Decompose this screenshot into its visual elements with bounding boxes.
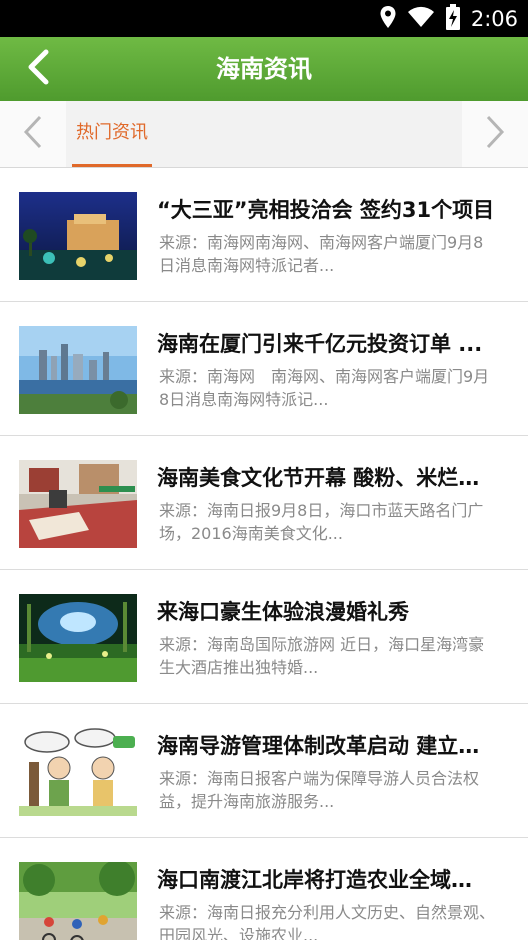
list-item[interactable]: 海南导游管理体制改革启动 建立… 来源：海南日报客户端为保障导游人员合法权益，提… (0, 704, 528, 838)
status-icons: 2:06 (379, 0, 518, 37)
news-title: 来海口豪生体验浪漫婚礼秀 (157, 600, 409, 624)
news-description: 来源：海南日报客户端为保障导游人员合法权益，提升海南旅游服务... (159, 769, 480, 811)
status-bar: 2:06 (0, 0, 528, 37)
back-button[interactable] (14, 45, 62, 93)
news-description: 来源：海南日报9月8日，海口市蓝天路名门广场，2016海南美食文化... (159, 501, 484, 543)
chevron-left-icon (22, 114, 44, 154)
news-title: 海南导游管理体制改革启动 建立… (157, 734, 480, 758)
news-thumbnail (19, 326, 137, 414)
tab-area: 热门资讯 (66, 101, 462, 167)
news-list: “大三亚”亮相投洽会 签约31个项目 来源：南海网南海网、南海网客户端厦门9月8… (0, 168, 528, 940)
news-thumbnail (19, 728, 137, 816)
news-title: “大三亚”亮相投洽会 签约31个项目 (157, 198, 495, 222)
news-thumbnail (19, 460, 137, 548)
tab-hot-news[interactable]: 热门资讯 (72, 101, 152, 167)
app-bar: 海南资讯 (0, 37, 528, 101)
chevron-left-icon (25, 49, 51, 89)
news-description: 来源：海南日报充分利用人文历史、自然景观、田园风光、设施农业... (159, 903, 496, 940)
news-thumbnail (19, 192, 137, 280)
tab-underline (72, 164, 152, 167)
list-item[interactable]: 海南在厦门引来千亿元投资订单 ... 来源：南海网 南海网、南海网客户端厦门9月… (0, 302, 528, 436)
location-icon (379, 5, 397, 33)
tab-label: 热门资讯 (76, 122, 148, 143)
status-time: 2:06 (470, 6, 518, 31)
news-description: 来源：南海网南海网、南海网客户端厦门9月8日消息南海网特派记者... (159, 233, 484, 275)
battery-charging-icon (445, 3, 461, 34)
list-item[interactable]: 海南美食文化节开幕 酸粉、米烂… 来源：海南日报9月8日，海口市蓝天路名门广场，… (0, 436, 528, 570)
news-title: 海南美食文化节开幕 酸粉、米烂… (157, 466, 480, 490)
tab-strip: 热门资讯 (0, 101, 528, 168)
news-description: 来源：南海网 南海网、南海网客户端厦门9月8日消息南海网特派记... (159, 367, 490, 409)
tab-scroll-right-button[interactable] (462, 101, 528, 167)
news-thumbnail (19, 594, 137, 682)
chevron-right-icon (484, 114, 506, 154)
news-title: 海口南渡江北岸将打造农业全域… (157, 868, 472, 892)
news-description: 来源：海南岛国际旅游网 近日，海口星海湾豪生大酒店推出独特婚... (159, 635, 485, 677)
tab-scroll-left-button[interactable] (0, 101, 66, 167)
list-item[interactable]: “大三亚”亮相投洽会 签约31个项目 来源：南海网南海网、南海网客户端厦门9月8… (0, 168, 528, 302)
list-item[interactable]: 来海口豪生体验浪漫婚礼秀 来源：海南岛国际旅游网 近日，海口星海湾豪生大酒店推出… (0, 570, 528, 704)
news-thumbnail (19, 862, 137, 940)
news-title: 海南在厦门引来千亿元投资订单 ... (157, 332, 483, 356)
page-title: 海南资讯 (216, 55, 312, 83)
wifi-icon (407, 6, 435, 32)
list-item[interactable]: 海口南渡江北岸将打造农业全域… 来源：海南日报充分利用人文历史、自然景观、田园风… (0, 838, 528, 940)
